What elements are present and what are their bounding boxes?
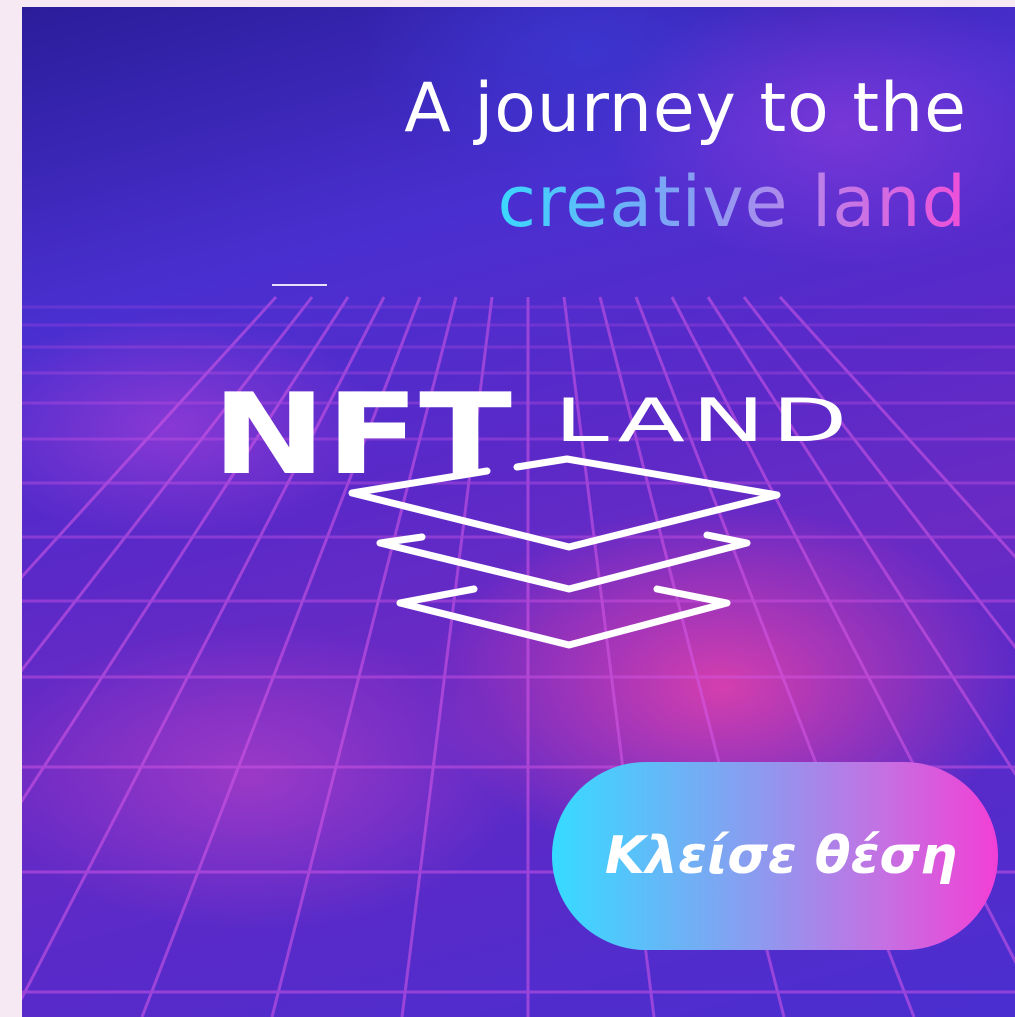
logo-word-nft: NFT <box>212 377 512 500</box>
book-seat-button[interactable]: Κλείσε θέση <box>552 762 998 950</box>
logo-word-land: LAND <box>554 386 854 456</box>
nft-land-logo: NFT LAND <box>212 377 854 649</box>
nft-land-banner: A journey to the creative land NFT LAND … <box>22 7 1015 1017</box>
headline-line-2: creative land <box>497 161 967 243</box>
headline-line-1: A journey to the <box>404 69 967 148</box>
divider-line <box>272 284 327 286</box>
